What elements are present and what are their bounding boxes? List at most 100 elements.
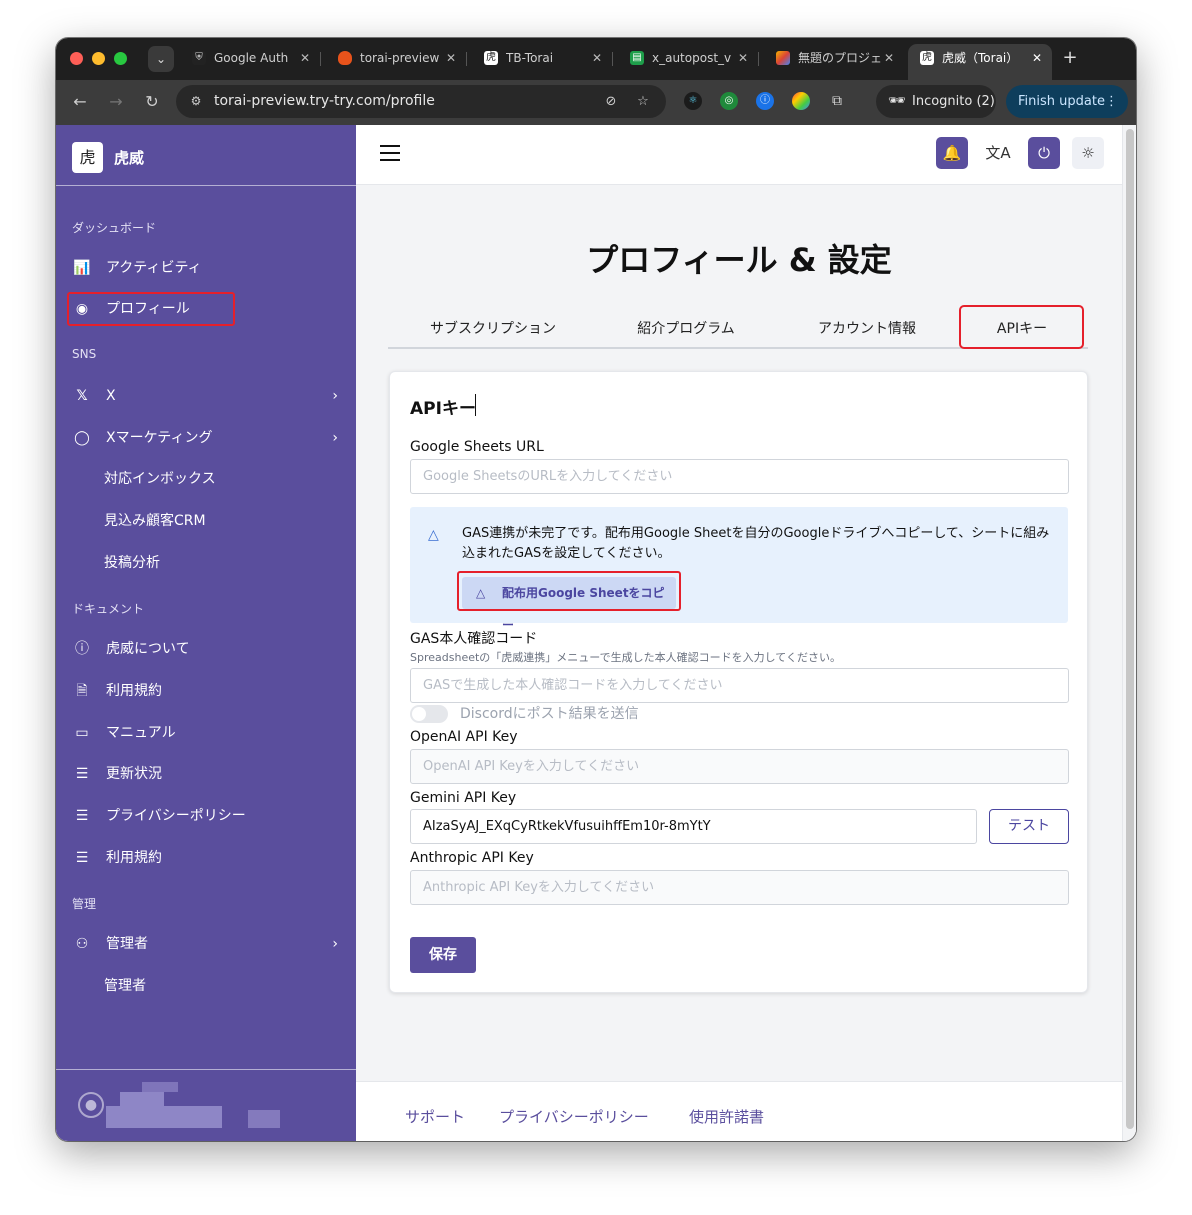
section-admin: 管理: [72, 897, 97, 911]
extension-green-ring-icon[interactable]: ◎: [720, 92, 738, 110]
tab-subscription[interactable]: サブスクリプション: [388, 303, 598, 349]
reload-icon[interactable]: ↻: [140, 90, 164, 114]
eye-slash-icon[interactable]: ⊘: [602, 93, 620, 111]
test-gemini-button[interactable]: テスト: [989, 809, 1069, 844]
incognito-icon: 🕶: [888, 93, 906, 109]
toggle-knob: [412, 707, 426, 721]
close-icon[interactable]: ✕: [592, 44, 602, 72]
sidebar-item-label: 管理者: [106, 936, 148, 952]
sidebar-item-manual[interactable]: ▭ マニュアル: [72, 716, 342, 750]
close-icon[interactable]: ✕: [738, 44, 748, 72]
list-icon: ☰: [75, 808, 89, 824]
highlight-box-api-tab: [959, 305, 1084, 349]
sidebar-item-terms[interactable]: 🗎 利用規約: [72, 674, 342, 708]
flame-icon: [338, 51, 352, 65]
tab-label: x_autopost_v: [652, 51, 732, 65]
extensions-puzzle-icon[interactable]: ⧉: [828, 92, 846, 110]
tab-divider: [612, 52, 613, 66]
sidebar-item-about[interactable]: ⓘ 虎威について: [72, 632, 342, 666]
browser-tab-untitled-project[interactable]: 無題のプロジェ ✕: [764, 44, 904, 80]
discord-toggle-label: Discordにポスト結果を送信: [460, 706, 639, 722]
tab-label: Google Auth: [214, 51, 289, 65]
footer-link-license[interactable]: 使用許諾書: [689, 1082, 764, 1141]
translate-icon[interactable]: 文A: [982, 137, 1014, 169]
tab-divider: [466, 52, 467, 66]
footer-link-privacy[interactable]: プライバシーポリシー: [499, 1082, 649, 1141]
power-icon[interactable]: ⏻: [1028, 137, 1060, 169]
color-picker-icon[interactable]: [792, 92, 810, 110]
sidebar-item-x-marketing[interactable]: ◯ Xマーケティング ›: [72, 421, 342, 455]
gemini-key-input[interactable]: [410, 809, 977, 844]
openai-key-input[interactable]: [410, 749, 1069, 784]
sheet-icon: ▤: [630, 51, 644, 65]
sidebar: 虎 虎威 ダッシュボード 📊 アクティビティ ◉ プロフィール SNS 𝕏 X …: [56, 125, 356, 1141]
sidebar-item-privacy[interactable]: ☰ プライバシーポリシー: [72, 799, 342, 833]
browser-toolbar: ← → ↻ ⚙ torai-preview.try-try.com/profil…: [56, 80, 1136, 125]
sidebar-item-label: 利用規約: [106, 683, 162, 699]
sidebar-item-admin[interactable]: ⚇ 管理者 ›: [72, 927, 342, 961]
new-tab-plus-icon[interactable]: +: [1058, 46, 1082, 70]
back-arrow-icon[interactable]: ←: [68, 90, 92, 114]
sidebar-item-terms-2[interactable]: ☰ 利用規約: [72, 841, 342, 875]
tab-label: 虎威（Torai）: [942, 51, 1019, 65]
finish-update-button[interactable]: Finish update ⋮: [1006, 85, 1128, 118]
sidebar-user-area[interactable]: ●: [56, 1069, 356, 1141]
browser-tab-google-auth[interactable]: ⛨ Google Auth ✕: [180, 44, 320, 80]
tab-search-chevron-icon[interactable]: ⌄: [148, 46, 174, 72]
browser-tab-torai-active[interactable]: 虎 虎威（Torai） ✕: [908, 44, 1052, 80]
sidebar-item-inbox[interactable]: 対応インボックス: [72, 462, 342, 496]
more-vertical-icon[interactable]: ⋮: [1105, 85, 1118, 118]
bell-icon[interactable]: 🔔: [936, 137, 968, 169]
page-scrollbar[interactable]: [1122, 125, 1136, 1141]
tab-account-info[interactable]: アカウント情報: [774, 303, 960, 349]
address-bar[interactable]: ⚙ torai-preview.try-try.com/profile ⊘ ☆: [176, 85, 666, 118]
browser-tab-torai-preview[interactable]: torai-preview ✕: [326, 44, 466, 80]
anthropic-key-input[interactable]: [410, 870, 1069, 905]
sidebar-item-updates[interactable]: ☰ 更新状況: [72, 757, 342, 791]
forward-arrow-icon[interactable]: →: [104, 90, 128, 114]
avatar-icon: ●: [78, 1092, 104, 1118]
sidebar-item-x[interactable]: 𝕏 X ›: [72, 379, 342, 413]
sidebar-item-post-analysis[interactable]: 投稿分析: [72, 546, 342, 580]
browser-tab-x-autopost[interactable]: ▤ x_autopost_v ✕: [618, 44, 758, 80]
footer-link-support[interactable]: サポート: [405, 1082, 465, 1141]
close-icon[interactable]: ✕: [884, 44, 894, 72]
tab-referral[interactable]: 紹介プログラム: [598, 303, 774, 349]
close-icon[interactable]: ✕: [446, 44, 456, 72]
browser-tab-tb-torai[interactable]: 虎 TB-Torai ✕: [472, 44, 612, 80]
sidebar-item-admin-sub[interactable]: 管理者: [72, 969, 342, 1003]
close-window-button[interactable]: [70, 52, 83, 65]
app-header: 🔔 文A ⏻ ☼: [356, 125, 1136, 185]
sun-icon[interactable]: ☼: [1072, 137, 1104, 169]
scrollbar-thumb[interactable]: [1126, 129, 1134, 1129]
openai-label: OpenAI API Key: [410, 729, 518, 745]
redacted-email: [106, 1106, 222, 1128]
menu-hamburger-icon[interactable]: [380, 145, 400, 161]
pinwheel-icon: [776, 51, 790, 65]
gas-code-help: Spreadsheetの「虎威連携」メニューで生成した本人確認コードを入力してく…: [410, 651, 841, 664]
sidebar-item-crm[interactable]: 見込み顧客CRM: [72, 504, 342, 538]
browser-window: ⌄ ⛨ Google Auth ✕ torai-preview ✕ 虎 TB-T…: [56, 38, 1136, 1141]
sidebar-item-activity[interactable]: 📊 アクティビティ: [72, 251, 342, 285]
sidebar-item-label: Xマーケティング: [106, 430, 213, 446]
password-manager-icon[interactable]: ⓘ: [756, 92, 774, 110]
close-icon[interactable]: ✕: [1032, 44, 1042, 72]
save-button[interactable]: 保存: [410, 937, 476, 973]
gas-code-input[interactable]: [410, 668, 1069, 703]
x-logo-icon: 𝕏: [76, 388, 88, 404]
info-circle-icon: ⓘ: [75, 641, 89, 657]
bookmark-star-icon[interactable]: ☆: [634, 93, 652, 111]
incognito-indicator[interactable]: 🕶 Incognito (2): [876, 85, 996, 118]
app-footer: サポート プライバシーポリシー 使用許諾書: [356, 1081, 1122, 1141]
sidebar-item-label: マニュアル: [106, 725, 176, 741]
minimize-window-button[interactable]: [92, 52, 105, 65]
sheets-url-input[interactable]: [410, 459, 1069, 494]
site-settings-icon[interactable]: ⚙: [188, 93, 204, 109]
maximize-window-button[interactable]: [114, 52, 127, 65]
react-devtools-icon[interactable]: ⚛: [684, 92, 702, 110]
discord-toggle[interactable]: [410, 705, 448, 723]
chat-bubble-icon: ◯: [74, 430, 90, 446]
sidebar-item-label: アクティビティ: [106, 260, 202, 276]
close-icon[interactable]: ✕: [300, 44, 310, 72]
sidebar-brand[interactable]: 虎 虎威: [56, 125, 356, 186]
